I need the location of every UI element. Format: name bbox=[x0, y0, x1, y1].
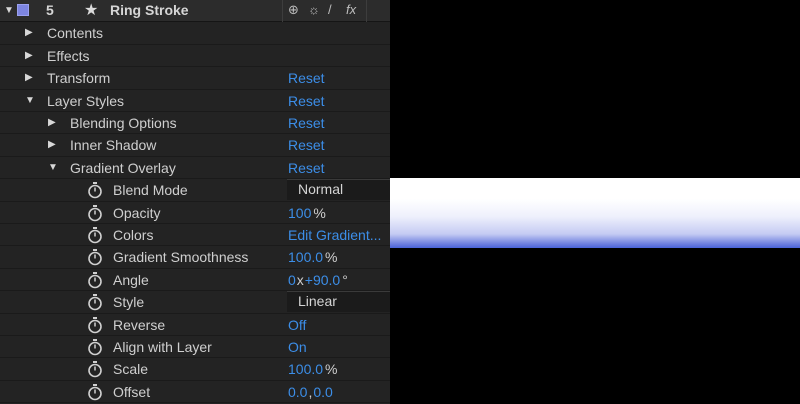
offset-label: Offset bbox=[113, 383, 151, 400]
blending-options-row[interactable]: ▶ Blending Options Reset bbox=[0, 112, 390, 135]
stopwatch-icon[interactable] bbox=[86, 316, 104, 334]
gradient-smoothness-label: Gradient Smoothness bbox=[113, 249, 249, 266]
offset-separator: , bbox=[308, 383, 313, 400]
transform-reset-link[interactable]: Reset bbox=[288, 70, 325, 86]
inner-shadow-row[interactable]: ▶ Inner Shadow Reset bbox=[0, 134, 390, 157]
stopwatch-icon[interactable] bbox=[86, 271, 104, 289]
angle-value[interactable]: 0x+90.0 ° bbox=[288, 272, 348, 288]
gradient-overlay-reset-link[interactable]: Reset bbox=[288, 160, 325, 176]
expand-triangle-icon[interactable]: ▶ bbox=[48, 117, 56, 128]
gradient-overlay-row[interactable]: ▼ Gradient Overlay Reset bbox=[0, 157, 390, 180]
opacity-number[interactable]: 100 bbox=[288, 205, 311, 221]
expand-triangle-icon[interactable]: ▶ bbox=[25, 50, 33, 61]
offset-row: Offset 0.0,0.0 bbox=[0, 381, 390, 404]
quality-switch-icon[interactable]: ☼ bbox=[308, 2, 320, 17]
angle-label: Angle bbox=[113, 271, 149, 288]
stopwatch-icon[interactable] bbox=[86, 360, 104, 378]
opacity-unit: % bbox=[313, 204, 326, 221]
stopwatch-icon[interactable] bbox=[86, 338, 104, 356]
angle-unit: ° bbox=[342, 271, 348, 288]
colors-label: Colors bbox=[113, 227, 154, 243]
offset-value[interactable]: 0.0,0.0 bbox=[288, 384, 333, 400]
timeline-layer-panel: ▼ 5 ★ Ring Stroke ⊕ ☼ / fx ▶ Contents ▶ … bbox=[0, 0, 390, 404]
gradient-overlay-preview bbox=[390, 178, 800, 248]
scale-unit: % bbox=[325, 361, 338, 378]
style-dropdown[interactable]: Linear bbox=[287, 291, 390, 313]
transform-row[interactable]: ▶ Transform Reset bbox=[0, 67, 390, 90]
gradient-smoothness-row: Gradient Smoothness 100.0% bbox=[0, 246, 390, 269]
gradient-overlay-label: Gradient Overlay bbox=[70, 159, 176, 176]
inner-shadow-label: Inner Shadow bbox=[70, 137, 157, 154]
angle-x: x bbox=[296, 271, 304, 288]
expand-triangle-icon[interactable]: ▶ bbox=[25, 72, 33, 83]
contents-row[interactable]: ▶ Contents bbox=[0, 22, 390, 45]
shy-switch-icon[interactable]: ⊕ bbox=[288, 2, 299, 18]
stopwatch-icon[interactable] bbox=[86, 293, 104, 311]
inner-shadow-reset-link[interactable]: Reset bbox=[288, 137, 325, 153]
align-with-layer-toggle[interactable]: On bbox=[288, 339, 307, 355]
collapse-triangle-icon[interactable]: ▼ bbox=[25, 95, 35, 106]
expand-triangle-icon[interactable]: ▶ bbox=[48, 139, 56, 150]
gradient-smoothness-number[interactable]: 100.0 bbox=[288, 249, 323, 265]
align-with-layer-label: Align with Layer bbox=[113, 339, 212, 355]
offset-x[interactable]: 0.0 bbox=[288, 384, 307, 400]
gradient-smoothness-unit: % bbox=[325, 249, 338, 266]
opacity-row: Opacity 100% bbox=[0, 202, 390, 224]
scale-row: Scale 100.0% bbox=[0, 358, 390, 381]
angle-row: Angle 0x+90.0 ° bbox=[0, 269, 390, 292]
stopwatch-icon[interactable] bbox=[86, 226, 104, 244]
reverse-toggle[interactable]: Off bbox=[288, 317, 306, 333]
shape-layer-star-icon: ★ bbox=[84, 2, 99, 19]
reverse-row: Reverse Off bbox=[0, 314, 390, 336]
layer-styles-reset-link[interactable]: Reset bbox=[288, 93, 325, 109]
align-with-layer-row: Align with Layer On bbox=[0, 336, 390, 359]
scale-value[interactable]: 100.0% bbox=[288, 361, 338, 377]
style-label: Style bbox=[113, 294, 145, 311]
layer-color-swatch[interactable] bbox=[17, 4, 29, 16]
stopwatch-icon[interactable] bbox=[86, 204, 104, 222]
layer-styles-row[interactable]: ▼ Layer Styles Reset bbox=[0, 90, 390, 112]
effects-row[interactable]: ▶ Effects bbox=[0, 45, 390, 68]
style-row: Style Linear bbox=[0, 291, 390, 314]
edit-gradient-link[interactable]: Edit Gradient... bbox=[288, 227, 381, 243]
blend-mode-label: Blend Mode bbox=[113, 182, 188, 199]
layer-number: 5 bbox=[46, 2, 54, 18]
motion-blur-switch-icon[interactable]: / bbox=[328, 2, 332, 17]
opacity-value[interactable]: 100% bbox=[288, 205, 326, 221]
reverse-label: Reverse bbox=[113, 316, 166, 333]
collapse-triangle-icon[interactable]: ▼ bbox=[4, 5, 14, 16]
angle-revolutions[interactable]: 0 bbox=[288, 272, 296, 288]
gradient-smoothness-value[interactable]: 100.0% bbox=[288, 249, 338, 265]
scale-label: Scale bbox=[113, 361, 149, 378]
angle-degrees[interactable]: +90.0 bbox=[305, 272, 340, 288]
layer-styles-label: Layer Styles bbox=[47, 92, 125, 109]
effects-label: Effects bbox=[47, 47, 90, 64]
colors-row: Colors Edit Gradient... bbox=[0, 224, 390, 247]
stopwatch-icon[interactable] bbox=[86, 248, 104, 266]
layer-name[interactable]: Ring Stroke bbox=[110, 2, 189, 18]
contents-label: Contents bbox=[47, 25, 104, 42]
stopwatch-icon[interactable] bbox=[86, 383, 104, 401]
collapse-triangle-icon[interactable]: ▼ bbox=[48, 162, 58, 173]
stopwatch-icon[interactable] bbox=[86, 181, 104, 199]
blend-mode-row: Blend Mode Normal bbox=[0, 179, 390, 202]
expand-triangle-icon[interactable]: ▶ bbox=[25, 27, 33, 38]
layer-header-row[interactable]: ▼ 5 ★ Ring Stroke ⊕ ☼ / fx bbox=[0, 0, 390, 22]
blending-options-reset-link[interactable]: Reset bbox=[288, 115, 325, 131]
blend-mode-dropdown[interactable]: Normal bbox=[287, 179, 390, 201]
opacity-label: Opacity bbox=[113, 204, 161, 221]
effects-switch-icon[interactable]: fx bbox=[346, 2, 356, 17]
blending-options-label: Blending Options bbox=[70, 115, 177, 131]
scale-number[interactable]: 100.0 bbox=[288, 361, 323, 377]
offset-y[interactable]: 0.0 bbox=[313, 384, 332, 400]
transform-label: Transform bbox=[47, 70, 111, 87]
